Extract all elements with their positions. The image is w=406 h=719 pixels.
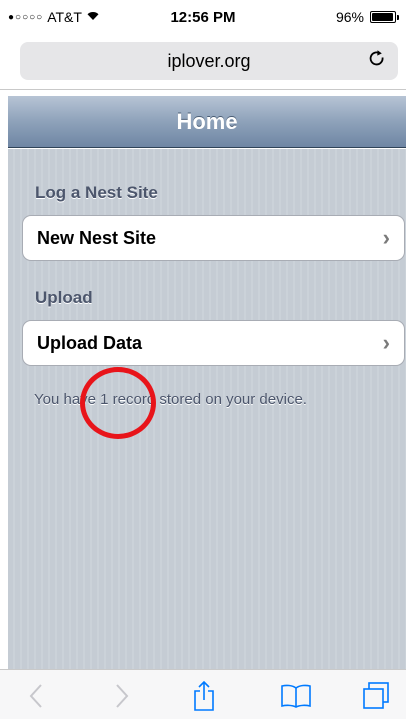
chevron-right-icon: › bbox=[382, 330, 390, 355]
content-area: Log a Nest Site New Nest Site › Upload U… bbox=[8, 149, 406, 669]
row-label: Upload Data bbox=[37, 333, 143, 353]
upload-data-button[interactable]: Upload Data › bbox=[22, 320, 405, 366]
annotation-circle bbox=[80, 367, 156, 439]
chevron-right-icon: › bbox=[382, 225, 390, 250]
address-bar-container: iplover.org bbox=[0, 38, 406, 90]
battery-icon bbox=[370, 11, 399, 23]
battery-percent: 96% bbox=[335, 9, 364, 25]
bookmarks-icon[interactable] bbox=[276, 676, 316, 716]
records-info-text: You have 1 record stored on your device. bbox=[34, 391, 307, 408]
browser-toolbar bbox=[0, 669, 406, 719]
battery-tip bbox=[397, 15, 399, 20]
new-nest-site-button[interactable]: New Nest Site › bbox=[22, 215, 405, 261]
tabs-icon[interactable] bbox=[356, 676, 396, 716]
page-header: Home bbox=[8, 96, 406, 148]
reload-icon[interactable] bbox=[368, 49, 386, 75]
status-right: 96% bbox=[335, 9, 399, 25]
row-label: New Nest Site bbox=[37, 228, 157, 248]
section-label-log-nest-site: Log a Nest Site bbox=[35, 183, 158, 202]
url-text[interactable]: iplover.org bbox=[20, 51, 398, 72]
section-label-upload: Upload bbox=[35, 288, 93, 307]
back-icon[interactable] bbox=[16, 676, 56, 716]
battery-fill bbox=[372, 13, 394, 21]
forward-icon[interactable] bbox=[102, 676, 142, 716]
share-icon[interactable] bbox=[184, 676, 224, 716]
page-title: Home bbox=[176, 109, 238, 134]
address-bar[interactable]: iplover.org bbox=[20, 42, 398, 80]
status-bar: ●○○○○ AT&T 12:56 PM 96% bbox=[0, 0, 406, 38]
